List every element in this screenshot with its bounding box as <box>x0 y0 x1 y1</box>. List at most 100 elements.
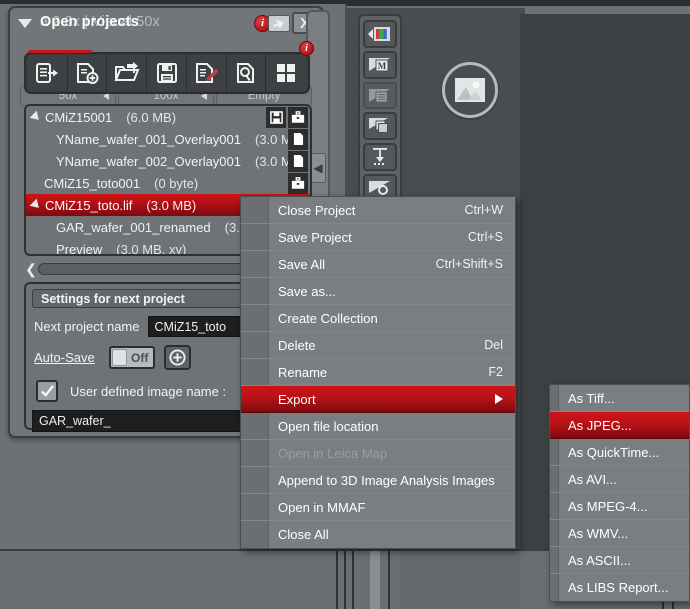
menu-item-open-in-leica-map: Open in Leica Map <box>241 440 515 467</box>
tree-row-icons <box>264 150 310 172</box>
menu-item-shortcut: F2 <box>488 365 503 379</box>
menu-item-label: Export <box>278 392 316 407</box>
menu-item-label: Save as... <box>278 284 336 299</box>
menu-item-delete[interactable]: Delete Del <box>241 332 515 359</box>
menu-item-create-collection[interactable]: Create Collection <box>241 305 515 332</box>
menu-item-save-all[interactable]: Save All Ctrl+Shift+S <box>241 251 515 278</box>
merge-channels-icon[interactable]: M <box>363 51 397 79</box>
tree-item-size: (0 byte) <box>154 176 198 191</box>
menu-item-shortcut: Ctrl+W <box>464 203 503 217</box>
plus-circle-icon[interactable] <box>164 345 191 370</box>
open-folder-icon[interactable] <box>107 55 147 91</box>
bottom-divider <box>344 551 346 609</box>
page-title: Open projects <box>40 14 139 30</box>
menu-item-label: Open in Leica Map <box>278 446 387 461</box>
pin-icon[interactable] <box>268 15 290 32</box>
submenu-item-label: As QuickTime... <box>568 445 659 460</box>
submenu-item-label: As LIBS Report... <box>568 580 668 595</box>
menu-item-label: Create Collection <box>278 311 378 326</box>
save-as-icon[interactable] <box>187 55 227 91</box>
chevron-left-icon[interactable]: ❮ <box>24 262 38 276</box>
tree-item-name: YName_wafer_001_Overlay001 <box>56 132 241 147</box>
export-submenu: As Tiff... As JPEG... As QuickTime... As… <box>549 384 690 602</box>
menu-item-save-as[interactable]: Save as... <box>241 278 515 305</box>
duplicate-layer-icon[interactable] <box>363 112 397 140</box>
bottom-divider <box>388 551 390 609</box>
tree-item-name: YName_wafer_002_Overlay001 <box>56 154 241 169</box>
submenu-item-as-avi[interactable]: As AVI... <box>550 466 689 493</box>
tree-item-size: (6.0 MB) <box>126 110 176 125</box>
image-placeholder-icon <box>442 62 498 118</box>
autosave-toggle[interactable]: Off <box>109 346 155 369</box>
menu-item-label: Close Project <box>278 203 355 218</box>
menu-item-save-project[interactable]: Save Project Ctrl+S <box>241 224 515 251</box>
menu-item-close-project[interactable]: Close Project Ctrl+W <box>241 197 515 224</box>
find-document-icon[interactable] <box>227 55 267 91</box>
bottom-handle[interactable] <box>370 551 380 609</box>
menu-item-label: Append to 3D Image Analysis Images <box>278 473 495 488</box>
panel-collapse-tab[interactable]: ◀ <box>310 153 326 183</box>
menu-item-rename[interactable]: Rename F2 <box>241 359 515 386</box>
tree-icon-column <box>264 106 310 194</box>
new-project-icon[interactable] <box>68 55 108 91</box>
document-icon[interactable] <box>288 129 308 150</box>
menu-item-label: Close All <box>278 527 329 542</box>
tree-item-name: CMiZ15001 <box>45 110 112 125</box>
submenu-item-label: As Tiff... <box>568 391 615 406</box>
submenu-item-as-quicktime[interactable]: As QuickTime... <box>550 439 689 466</box>
submenu-item-label: As JPEG... <box>568 418 632 433</box>
autosave-state-label: Off <box>127 351 153 365</box>
submenu-arrow-icon <box>495 394 503 404</box>
layers-list-icon[interactable] <box>363 82 397 110</box>
menu-item-shortcut: Ctrl+S <box>468 230 503 244</box>
submenu-item-label: As AVI... <box>568 472 617 487</box>
menu-item-label: Save Project <box>278 230 352 245</box>
bottom-divider <box>336 551 338 609</box>
floppy-icon[interactable] <box>266 107 286 128</box>
svg-text:M: M <box>378 61 387 71</box>
next-project-name-label: Next project name <box>34 319 140 334</box>
save-icon[interactable] <box>147 55 187 91</box>
tree-row-icons <box>264 172 310 194</box>
menu-item-label: Open file location <box>278 419 378 434</box>
user-defined-label: User defined image name : <box>70 384 226 399</box>
tree-item-size: (3.0 MB, xy) <box>116 242 186 257</box>
expander-icon[interactable] <box>30 199 43 212</box>
submenu-item-as-jpeg[interactable]: As JPEG... <box>550 412 689 439</box>
caret-down-icon[interactable] <box>18 19 32 28</box>
menu-item-open-file-location[interactable]: Open file location <box>241 413 515 440</box>
autosave-label[interactable]: Auto-Save <box>34 350 95 365</box>
expander-icon[interactable] <box>30 111 43 124</box>
bottom-right-pane <box>400 551 520 609</box>
app-root: M <box>0 0 690 609</box>
toolbar-active-indicator <box>28 50 92 53</box>
project-context-menu: Close Project Ctrl+W Save Project Ctrl+S… <box>240 196 516 549</box>
tree-item-name: CMiZ15_toto001 <box>44 176 140 191</box>
color-channel-icon[interactable] <box>363 20 397 48</box>
submenu-item-label: As WMV... <box>568 526 628 541</box>
submenu-item-as-tiff[interactable]: As Tiff... <box>550 385 689 412</box>
menu-item-close-all[interactable]: Close All <box>241 521 515 548</box>
menu-item-label: Rename <box>278 365 327 380</box>
document-icon[interactable] <box>288 151 308 172</box>
project-toolbar <box>24 52 310 94</box>
submenu-item-as-wmv[interactable]: As WMV... <box>550 520 689 547</box>
menu-item-append-to-3d-image-analysis[interactable]: Append to 3D Image Analysis Images <box>241 467 515 494</box>
export-down-icon[interactable] <box>363 143 397 171</box>
menu-item-shortcut: Ctrl+Shift+S <box>436 257 503 271</box>
submenu-item-as-ascii[interactable]: As ASCII... <box>550 547 689 574</box>
user-defined-checkbox[interactable] <box>36 380 58 402</box>
briefcase-icon[interactable] <box>288 173 308 194</box>
briefcase-icon[interactable] <box>288 107 308 128</box>
submenu-item-as-mpeg4[interactable]: As MPEG-4... <box>550 493 689 520</box>
toggle-knob <box>112 349 127 366</box>
open-project-icon[interactable] <box>28 55 68 91</box>
tile-view-icon[interactable] <box>266 55 306 91</box>
viewer-tool-rail: M <box>358 14 402 208</box>
tree-item-name: CMiZ15_toto.lif <box>45 198 132 213</box>
info-badge-secondary-icon[interactable]: i <box>299 41 314 56</box>
submenu-item-as-libs-report[interactable]: As LIBS Report... <box>550 574 689 601</box>
menu-item-label: Save All <box>278 257 325 272</box>
menu-item-export[interactable]: Export <box>241 386 515 413</box>
menu-item-open-in-mmaf[interactable]: Open in MMAF <box>241 494 515 521</box>
